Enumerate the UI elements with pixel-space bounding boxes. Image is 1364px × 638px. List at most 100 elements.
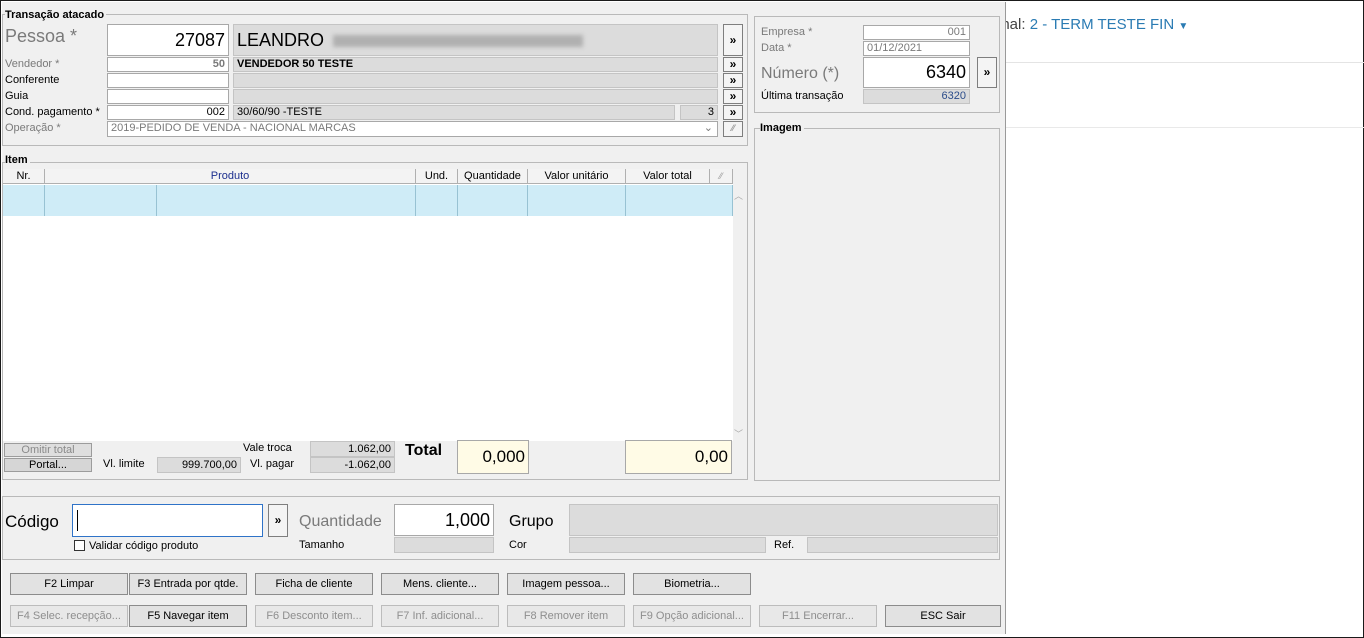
validar-codigo-checkbox[interactable] (74, 540, 85, 551)
parcelas-field: 3 (680, 105, 718, 120)
row-cell-quantidade[interactable] (458, 185, 528, 216)
cond-pagamento-code-input[interactable]: 002 (107, 105, 229, 120)
column-header-produto[interactable]: Produto (45, 169, 416, 184)
omitir-total-button[interactable]: Omitir total (4, 443, 92, 457)
codigo-input[interactable] (72, 504, 263, 537)
cor-label: Cor (509, 539, 527, 551)
divider (1005, 62, 1364, 63)
f6-desconto-item-button[interactable]: F6 Desconto item... (255, 605, 373, 627)
mens-cliente-button[interactable]: Mens. cliente... (381, 573, 499, 595)
grupo-label: Grupo (509, 513, 554, 530)
column-header-valor-unitario[interactable]: Valor unitário (528, 169, 626, 184)
esc-sair-button[interactable]: ESC Sair (885, 605, 1001, 627)
vendedor-label: Vendedor * (5, 58, 60, 70)
total-value-field: 0,00 (625, 440, 732, 474)
empresa-field: 001 (863, 25, 970, 40)
vendedor-lookup-button[interactable]: » (723, 57, 743, 72)
scroll-down-icon[interactable]: ﹀ (734, 427, 743, 440)
operacao-options-button[interactable]: ⁄⁄ (723, 121, 743, 137)
f2-limpar-button[interactable]: F2 Limpar (10, 573, 128, 595)
data-field: 01/12/2021 (863, 41, 970, 56)
operacao-select[interactable]: 2019-PEDIDO DE VENDA - NACIONAL MARCAS ⌄ (107, 121, 718, 137)
redacted-block (333, 35, 584, 48)
pessoa-name: LEANDRO (237, 30, 325, 50)
conferente-code-input[interactable] (107, 73, 229, 88)
column-header-und[interactable]: Und. (416, 169, 458, 184)
f4-selec-recepcao-button[interactable]: F4 Selec. recepção... (10, 605, 128, 627)
vl-limite-label: Vl. limite (103, 458, 145, 470)
operacao-value: 2019-PEDIDO DE VENDA - NACIONAL MARCAS (111, 122, 356, 134)
codigo-label: Código (5, 512, 59, 531)
empresa-label: Empresa * (761, 26, 813, 38)
vale-troca-field: 1.062,00 (310, 441, 395, 457)
row-cell-nr[interactable] (3, 185, 45, 216)
f8-remover-item-button[interactable]: F8 Remover item (507, 605, 625, 627)
cond-pagamento-lookup-button[interactable]: » (723, 105, 743, 120)
row-cell-produto-desc[interactable] (157, 185, 416, 216)
pessoa-label: Pessoa * (5, 26, 78, 46)
vendedor-code-input[interactable]: 50 (107, 57, 229, 72)
image-group-title: Imagem (760, 122, 804, 134)
numero-label: Número (*) (761, 65, 840, 82)
cond-pagamento-label: Cond. pagamento * (5, 106, 100, 118)
tamanho-label: Tamanho (299, 539, 345, 551)
scroll-up-icon[interactable]: ︿ (734, 189, 743, 202)
column-header-valor-total[interactable]: Valor total (626, 169, 710, 184)
ref-label: Ref. (774, 539, 795, 551)
conferente-name-field (233, 73, 718, 88)
quantidade-input[interactable]: 1,000 (394, 504, 494, 536)
chevron-down-icon: ⌄ (703, 122, 713, 134)
vl-pagar-field: -1.062,00 (310, 457, 395, 473)
terminal-selector[interactable]: inal: 2 - TERM TESTE FIN ▼ (998, 16, 1188, 33)
total-label: Total (405, 442, 443, 459)
numero-input[interactable]: 6340 (863, 57, 970, 88)
ficha-cliente-button[interactable]: Ficha de cliente (255, 573, 373, 595)
caret-down-icon: ▼ (1178, 21, 1189, 32)
f3-entrada-qtde-button[interactable]: F3 Entrada por qtde. (129, 573, 247, 595)
image-group (754, 128, 1000, 481)
divider (1005, 127, 1364, 128)
pessoa-lookup-button[interactable]: » (723, 24, 743, 56)
item-grid[interactable]: Nr. Produto Und. Quantidade Valor unitár… (3, 169, 743, 441)
tamanho-field (394, 537, 494, 553)
row-cell-und[interactable] (416, 185, 458, 216)
vl-limite-field: 999.700,00 (157, 457, 241, 473)
quantidade-label: Quantidade (299, 513, 382, 530)
transaction-group-title: Transação atacado (5, 9, 107, 21)
column-header-nr[interactable]: Nr. (3, 169, 45, 184)
row-cell-produto-code[interactable] (45, 185, 157, 216)
biometria-button[interactable]: Biometria... (633, 573, 751, 595)
text-cursor (77, 510, 78, 531)
operacao-label: Operação * (5, 122, 61, 134)
row-cell-valor-unitario[interactable] (528, 185, 626, 216)
pessoa-name-field: LEANDRO (233, 24, 718, 56)
data-label: Data * (761, 42, 792, 54)
pessoa-code-input[interactable]: 27087 (107, 24, 229, 56)
total-quantity-field: 0,000 (457, 440, 529, 474)
portal-button[interactable]: Portal... (4, 458, 92, 472)
f5-navegar-item-button[interactable]: F5 Navegar item (129, 605, 247, 627)
imagem-pessoa-button[interactable]: Imagem pessoa... (507, 573, 625, 595)
item-group-title: Item (5, 154, 30, 166)
validar-codigo-label[interactable]: Validar código produto (89, 540, 198, 552)
cor-field (569, 537, 766, 553)
column-options-icon[interactable]: ⁄⁄ (710, 169, 733, 184)
f9-opcao-adicional-button[interactable]: F9 Opção adicional... (633, 605, 751, 627)
vendedor-name-field: VENDEDOR 50 TESTE (233, 57, 718, 72)
vl-pagar-label: Vl. pagar (250, 458, 295, 470)
codigo-lookup-button[interactable]: » (268, 504, 288, 537)
grupo-field (569, 504, 998, 536)
f7-inf-adicional-button[interactable]: F7 Inf. adicional... (381, 605, 499, 627)
guia-code-input[interactable] (107, 89, 229, 104)
transaction-window: Transação atacado Pessoa * 27087 LEANDRO… (2, 2, 1006, 634)
cond-pagamento-name-field: 30/60/90 -TESTE (233, 105, 675, 120)
row-cell-valor-total[interactable] (626, 185, 733, 216)
conferente-lookup-button[interactable]: » (723, 73, 743, 88)
conferente-label: Conferente (5, 74, 60, 86)
guia-lookup-button[interactable]: » (723, 89, 743, 104)
column-header-quantidade[interactable]: Quantidade (458, 169, 528, 184)
ref-field (807, 537, 998, 553)
numero-lookup-button[interactable]: » (977, 57, 997, 88)
guia-name-field (233, 89, 718, 104)
f11-encerrar-button[interactable]: F11 Encerrar... (759, 605, 877, 627)
